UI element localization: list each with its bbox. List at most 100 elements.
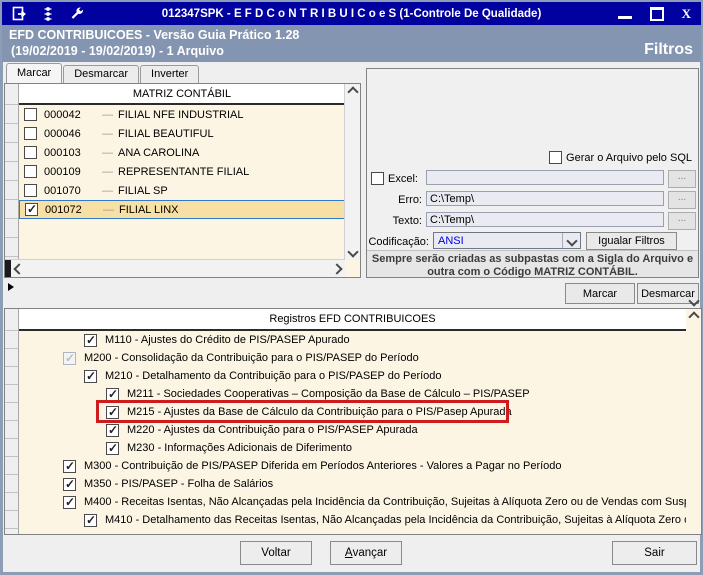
scroll-right-icon[interactable] (331, 262, 343, 275)
record-row-m215[interactable]: ✓ M215 - Ajustes da Base de Cálculo da C… (19, 403, 686, 421)
voltar-button[interactable]: Voltar (240, 541, 312, 565)
texto-row: Texto: (367, 212, 422, 229)
records-grid: Registros EFD CONTRIBUICOES ✓ M110 - Aju… (4, 295, 702, 535)
marcar-button[interactable]: Marcar (565, 283, 635, 304)
dash-separator: — (102, 146, 113, 159)
matrix-row[interactable]: ✓ 000109 — REPRESENTANTE FILIAL (19, 162, 345, 181)
branch-code: 000046 (44, 127, 81, 140)
header-title-line2: (19/02/2019 - 19/02/2019) - 1 Arquivo (11, 44, 224, 58)
record-label: M211 - Sociedades Cooperativas – Composi… (127, 388, 530, 400)
branch-code: 000103 (44, 146, 81, 159)
matrix-vertical-scrollbar[interactable] (344, 84, 360, 260)
branch-code: 001070 (44, 184, 81, 197)
tab-desmarcar[interactable]: Desmarcar (63, 65, 140, 83)
excel-label: Excel: (388, 172, 418, 185)
dash-separator: — (102, 165, 113, 178)
matrix-row[interactable]: ✓ 000046 — FILIAL BEAUTIFUL (19, 124, 345, 143)
branch-code: 001072 (45, 203, 82, 216)
record-row-m300[interactable]: ✓ M300 - Contribuição de PIS/PASEP Difer… (19, 457, 686, 475)
record-checkbox[interactable]: ✓ (106, 441, 119, 455)
branch-code: 000042 (44, 108, 81, 121)
row-checkbox[interactable]: ✓ (24, 108, 37, 121)
matrix-row[interactable]: ✓ 000103 — ANA CAROLINA (19, 143, 345, 162)
codificacao-select[interactable]: ANSI (433, 232, 581, 249)
avancar-label-rest: vançar (352, 547, 388, 559)
record-checkbox[interactable]: ✓ (84, 513, 97, 527)
record-checkbox-disabled: ✓ (63, 350, 76, 365)
excel-browse-button[interactable]: ... (668, 170, 696, 188)
branch-name: REPRESENTANTE FILIAL (118, 165, 250, 178)
erro-row: Erro: (367, 191, 422, 208)
row-checkbox[interactable]: ✓ (24, 127, 37, 140)
subfolder-note: Sempre serão criadas as subpastas com a … (367, 250, 698, 278)
record-row-m400[interactable]: ✓ M400 - Receitas Isentas, Não Alcançada… (19, 493, 686, 511)
excel-checkbox[interactable]: ✓ (371, 172, 384, 185)
row-checkbox[interactable]: ✓ (25, 202, 38, 216)
record-checkbox[interactable]: ✓ (106, 423, 119, 437)
matrix-horizontal-scrollbar[interactable] (5, 259, 345, 277)
branch-name: FILIAL NFE INDUSTRIAL (118, 108, 244, 121)
wrench-icon[interactable] (68, 5, 85, 22)
matrix-row-header-column (5, 84, 19, 277)
export-report-icon[interactable] (10, 5, 27, 22)
scroll-up-icon[interactable] (687, 311, 700, 323)
igualar-filtros-button[interactable]: Igualar Filtros (586, 232, 677, 250)
record-label: M220 - Ajustes da Contribuição para o PI… (127, 424, 418, 436)
record-label: M410 - Detalhamento das Receitas Isentas… (105, 514, 686, 526)
excel-path-input[interactable] (426, 170, 664, 185)
tab-marcar[interactable]: Marcar (6, 63, 63, 83)
record-row-m200[interactable]: ✓ M200 - Consolidação da Contribuição pa… (19, 349, 686, 367)
row-checkbox[interactable]: ✓ (24, 184, 37, 197)
dash-separator: — (102, 108, 113, 121)
scrollbar-thumb[interactable] (5, 260, 11, 277)
scroll-down-icon[interactable] (687, 295, 700, 307)
erro-path-input[interactable] (426, 191, 664, 206)
erro-browse-button[interactable]: ... (668, 191, 696, 209)
dash-separator: — (102, 127, 113, 140)
record-checkbox[interactable]: ✓ (106, 405, 119, 419)
records-grid-header: Registros EFD CONTRIBUICOES (19, 309, 686, 331)
record-row-m350[interactable]: ✓ M350 - PIS/PASEP - Folha de Salários (19, 475, 686, 493)
minimize-icon[interactable] (617, 15, 632, 19)
close-icon[interactable]: X (682, 6, 691, 22)
texto-label: Texto: (392, 214, 422, 227)
record-checkbox[interactable]: ✓ (84, 333, 97, 347)
traffic-light-icon[interactable] (39, 5, 56, 22)
texto-browse-button[interactable]: ... (668, 212, 696, 230)
matrix-row[interactable]: ✓ 000042 — FILIAL NFE INDUSTRIAL (19, 105, 345, 124)
matrix-row[interactable]: ✓ 001070 — FILIAL SP (19, 181, 345, 200)
record-checkbox[interactable]: ✓ (63, 459, 76, 473)
record-row-m230[interactable]: ✓ M230 - Informações Adicionais de Difer… (19, 439, 686, 457)
record-row-m110[interactable]: ✓ M110 - Ajustes do Crédito de PIS/PASEP… (19, 331, 686, 349)
record-label: M210 - Detalhamento da Contribuição para… (105, 370, 442, 382)
row-checkbox[interactable]: ✓ (24, 165, 37, 178)
record-checkbox[interactable]: ✓ (106, 387, 119, 401)
record-row-m210[interactable]: ✓ M210 - Detalhamento da Contribuição pa… (19, 367, 686, 385)
dash-separator: — (103, 203, 114, 216)
record-checkbox[interactable]: ✓ (63, 477, 76, 491)
tab-strip: Marcar Desmarcar Inverter (6, 63, 200, 83)
sql-checkbox[interactable]: ✓ (549, 151, 563, 164)
application-window: 012347SPK - E F D C o N T R I B U I C o … (0, 0, 703, 575)
sair-button[interactable]: Sair (612, 541, 697, 565)
record-row-m211[interactable]: ✓ M211 - Sociedades Cooperativas – Compo… (19, 385, 686, 403)
record-checkbox[interactable]: ✓ (63, 495, 76, 509)
records-rows: ✓ M110 - Ajustes do Crédito de PIS/PASEP… (19, 331, 686, 534)
chevron-down-icon (565, 234, 578, 247)
maximize-icon[interactable] (649, 6, 664, 21)
branch-code: 000109 (44, 165, 81, 178)
filters-heading: Filtros (644, 41, 693, 58)
record-checkbox[interactable]: ✓ (84, 369, 97, 383)
scroll-up-icon[interactable] (346, 86, 359, 98)
records-row-header-column (5, 309, 19, 534)
scroll-down-icon[interactable] (346, 246, 359, 258)
texto-path-input[interactable] (426, 212, 664, 227)
scroll-left-icon[interactable] (13, 262, 25, 275)
sql-option: ✓ Gerar o Arquivo pelo SQL (549, 149, 692, 166)
tab-inverter[interactable]: Inverter (140, 65, 200, 83)
matrix-row-selected[interactable]: ✓ 001072 — FILIAL LINX (19, 200, 345, 219)
row-checkbox[interactable]: ✓ (24, 146, 37, 159)
record-row-m410[interactable]: ✓ M410 - Detalhamento das Receitas Isent… (19, 511, 686, 529)
avancar-button[interactable]: Avançar (330, 541, 402, 565)
record-row-m220[interactable]: ✓ M220 - Ajustes da Contribuição para o … (19, 421, 686, 439)
